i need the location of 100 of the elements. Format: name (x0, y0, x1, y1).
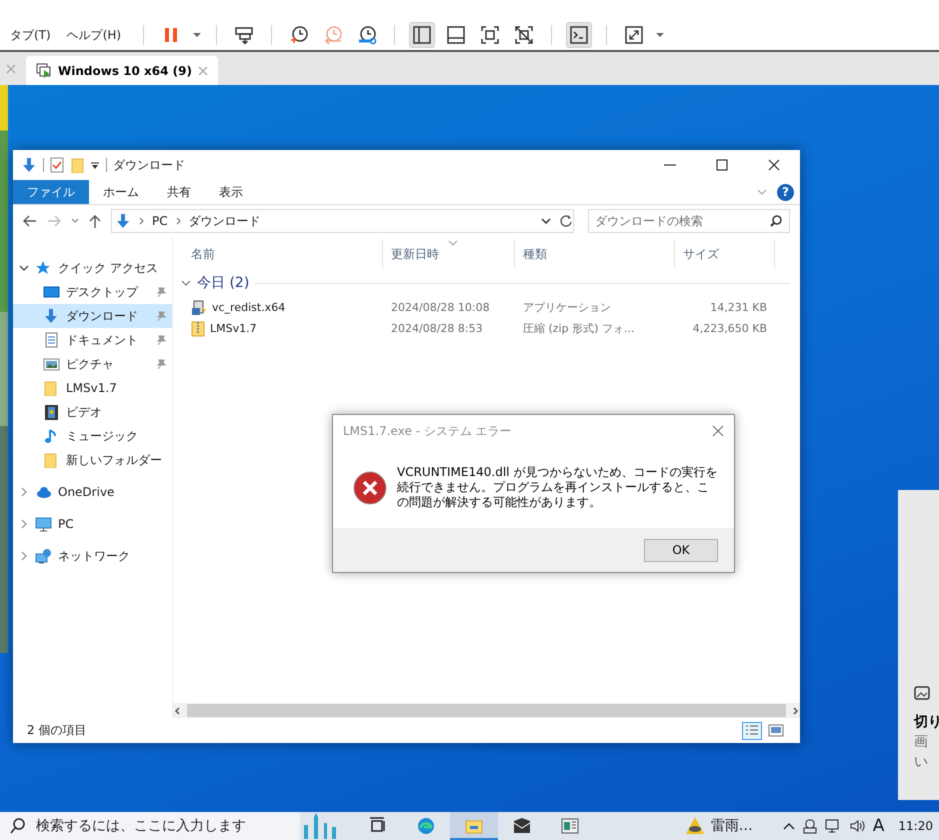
ime-indicator[interactable]: A (872, 816, 884, 836)
film-icon (43, 404, 60, 420)
nav-item[interactable]: 新しいフォルダー (13, 448, 172, 472)
ribbon-tab[interactable]: ホーム (89, 180, 153, 204)
star-icon (35, 260, 52, 276)
file-name[interactable]: LMSv1.7 (210, 322, 257, 335)
chevron-right-icon (176, 217, 181, 225)
download-arrow-icon (115, 213, 131, 229)
breadcrumb-item[interactable]: PC (152, 214, 168, 228)
computer-icon (35, 516, 52, 532)
details-view-icon (744, 724, 760, 738)
cloud-icon (35, 484, 52, 500)
help-button[interactable]: ? (777, 184, 794, 200)
menu-item[interactable]: ヘルプ(H) (66, 26, 122, 44)
download-arrow-icon (43, 308, 60, 324)
chevron-right-icon (139, 217, 144, 225)
pin-icon (156, 311, 166, 321)
file-type: アプリケーション (522, 300, 612, 315)
dropdown-icon[interactable] (90, 160, 100, 170)
back-arrow-icon[interactable] (23, 215, 37, 227)
speaker-icon[interactable] (848, 818, 865, 834)
nav-item[interactable]: PC (13, 512, 172, 536)
clock-plus-icon (289, 25, 310, 45)
chevron-down-icon[interactable] (541, 218, 551, 224)
taskbar-search-field[interactable]: 検索するには、ここに入力します (0, 812, 300, 840)
caret-icon[interactable] (192, 32, 202, 38)
status-text: 2 個の項目 (27, 722, 88, 739)
caret-icon[interactable] (655, 32, 666, 38)
vm-tab[interactable]: Windows 10 x64 (9) (26, 56, 218, 85)
chevron-right-icon[interactable] (19, 487, 29, 497)
view-toggle[interactable] (742, 722, 762, 740)
toolbar-button[interactable] (566, 22, 592, 48)
full-screen-icon (480, 25, 500, 45)
refresh-icon[interactable] (559, 214, 573, 228)
resize-arrows-icon (624, 25, 644, 45)
breadcrumb-item[interactable]: ダウンロード (188, 212, 261, 230)
ribbon-tab[interactable]: 表示 (205, 180, 257, 204)
weather-widget[interactable]: 雷雨… (684, 816, 753, 836)
chevron-right-icon[interactable] (19, 519, 29, 529)
nav-item[interactable]: ミュージック (13, 424, 172, 448)
crossed-window-icon (514, 25, 534, 45)
view-toggle[interactable] (766, 722, 786, 740)
nav-item[interactable]: ビデオ (13, 400, 172, 424)
nav-item[interactable]: デスクトップ (13, 280, 172, 304)
column-header[interactable]: 名前 (183, 239, 383, 269)
terminal-icon (569, 25, 590, 45)
file-date: 2024/08/28 10:08 (390, 301, 491, 314)
nav-item[interactable]: LMSv1.7 (13, 376, 172, 400)
pin-icon (156, 359, 166, 369)
up-arrow-icon[interactable] (89, 214, 101, 228)
maximize-icon[interactable] (716, 159, 728, 171)
checklist-icon[interactable] (50, 157, 64, 173)
notification-title: 切り (914, 713, 939, 731)
search-icon (10, 818, 26, 834)
nav-item[interactable]: ピクチャ (13, 352, 172, 376)
file-name[interactable]: vc_redist.x64 (212, 301, 286, 314)
chevron-down-icon[interactable] (181, 278, 191, 288)
chevron-right-icon[interactable] (19, 551, 29, 561)
picture-icon (43, 356, 60, 372)
horizontal-scrollbar[interactable] (173, 703, 800, 718)
menu-item[interactable]: タブ(T) (10, 26, 51, 44)
group-header[interactable]: 今日 (2) (197, 274, 250, 292)
file-size: 4,223,650 KB (692, 322, 768, 335)
nav-item[interactable]: OneDrive (13, 480, 172, 504)
browser-icon (417, 817, 435, 835)
keyboard-arrow-icon (234, 25, 254, 45)
network-icon[interactable] (824, 818, 841, 834)
column-header[interactable]: 更新日時 (383, 239, 515, 269)
pin-icon (156, 335, 166, 345)
clock-time[interactable]: 11:20 (892, 819, 939, 833)
zip-folder-icon (191, 320, 205, 336)
close-icon[interactable] (768, 159, 780, 171)
chevron-up-icon[interactable] (782, 822, 795, 830)
sidebar-layout-icon (412, 25, 432, 45)
vm-play-icon (36, 62, 52, 78)
nav-item[interactable]: ドキュメント (13, 328, 172, 352)
desktop-icon (43, 284, 60, 300)
nav-item[interactable]: ダウンロード (13, 304, 172, 328)
file-type: 圧縮 (zip 形式) フォ... (522, 321, 636, 336)
download-arrow-icon (21, 157, 37, 173)
ribbon-tab[interactable]: 共有 (153, 180, 205, 204)
news-icon (561, 817, 579, 835)
column-header[interactable]: 種類 (515, 239, 675, 269)
sort-caret-icon (448, 240, 458, 246)
dialog-title: LMS1.7.exe - システム エラー (343, 422, 513, 440)
large-icons-view-icon (768, 724, 784, 738)
file-size: 14,231 KB (709, 301, 768, 314)
column-header[interactable]: サイズ (675, 239, 775, 269)
file-date: 2024/08/28 8:53 (390, 322, 484, 335)
camera-icon[interactable] (802, 818, 817, 834)
search-field[interactable]: ダウンロードの検索 (588, 209, 790, 233)
notification-text: い (914, 753, 929, 771)
nav-item[interactable]: ネットワーク (13, 544, 172, 568)
address-bar[interactable]: PC ダウンロード (111, 209, 574, 233)
toolbar-button[interactable] (409, 22, 436, 48)
ok-button[interactable]: OK (644, 538, 718, 562)
pin-icon (156, 287, 166, 297)
ribbon-tab[interactable]: ファイル (13, 180, 89, 204)
chevron-down-icon[interactable] (19, 263, 29, 273)
nav-item[interactable]: クイック アクセス (13, 256, 172, 280)
